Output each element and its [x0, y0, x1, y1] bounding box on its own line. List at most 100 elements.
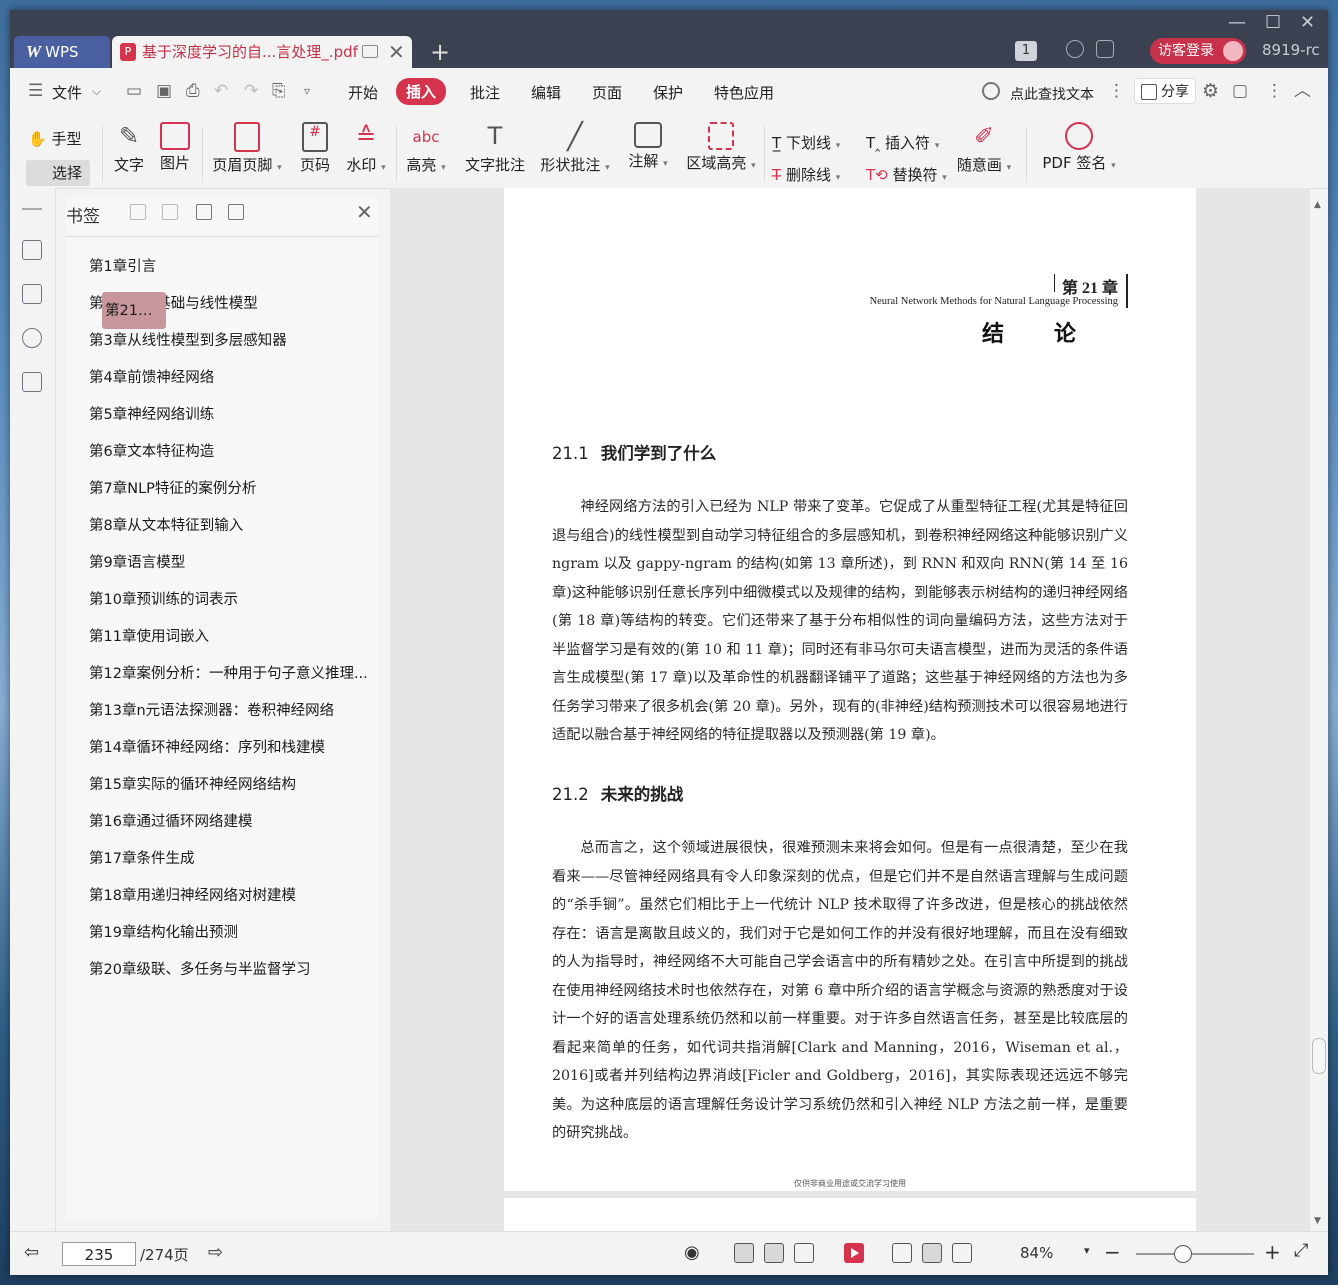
- continuous-view-icon[interactable]: [734, 1243, 754, 1263]
- signature-panel-icon[interactable]: [22, 372, 42, 392]
- hamburger-menu-icon[interactable]: ☰: [28, 82, 46, 100]
- thumbnail-image-icon[interactable]: [22, 284, 42, 304]
- zoom-level[interactable]: 84%: [1020, 1244, 1053, 1262]
- document-viewport[interactable]: 第 21 章 Neural Network Methods for Natura…: [390, 188, 1310, 1231]
- tab-page[interactable]: 页面: [592, 82, 622, 103]
- strikethrough-button[interactable]: T̶ 删除线 ▾: [772, 164, 840, 185]
- insert-mark-button[interactable]: T‸ 插入符 ▾: [866, 132, 939, 153]
- minimize-icon[interactable]: —: [1228, 12, 1246, 33]
- bookmark-item[interactable]: 第12章案例分析：一种用于句子意义推理...: [86, 655, 376, 692]
- vertical-scrollbar[interactable]: ▲ ▼: [1312, 200, 1328, 1230]
- zoom-slider-track[interactable]: [1136, 1253, 1254, 1255]
- collapse-all-icon[interactable]: [162, 204, 178, 220]
- window-count-badge[interactable]: 1: [1015, 41, 1037, 61]
- dropdown-caret-icon[interactable]: ▾: [1007, 163, 1012, 173]
- highlight-button[interactable]: abc 高亮 ▾: [406, 122, 446, 175]
- bookmark-item[interactable]: 第13章n元语法探测器：卷积神经网络: [86, 692, 376, 729]
- bookmark-item[interactable]: 第6章文本特征构造: [86, 433, 376, 470]
- actual-size-icon[interactable]: [892, 1243, 912, 1263]
- previous-page-icon[interactable]: ⇦: [24, 1242, 39, 1263]
- save-icon[interactable]: ▣: [156, 82, 174, 100]
- note-button[interactable]: 注解 ▾: [628, 122, 668, 171]
- bookmark-item[interactable]: 第7章NLP特征的案例分析: [86, 470, 376, 507]
- undo-icon[interactable]: ↶: [214, 82, 232, 100]
- insert-text-button[interactable]: ✎ 文字: [112, 122, 146, 175]
- watermark-button[interactable]: ≙ 水印 ▾: [346, 122, 386, 175]
- new-tab-icon[interactable]: +: [430, 36, 450, 68]
- page-number-input[interactable]: 235: [62, 1242, 136, 1266]
- fit-width-icon[interactable]: [952, 1243, 972, 1263]
- scroll-up-icon[interactable]: ▲: [1314, 200, 1321, 210]
- open-folder-icon[interactable]: ▭: [126, 82, 144, 100]
- document-tab[interactable]: P 基于深度学习的自...言处理_.pdf ✕: [112, 36, 412, 68]
- zoom-dropdown-icon[interactable]: ▾: [1084, 1244, 1090, 1257]
- fullscreen-icon[interactable]: ⤢: [1294, 1240, 1308, 1261]
- select-tool-button[interactable]: 选择: [26, 160, 90, 186]
- expand-all-icon[interactable]: [130, 204, 146, 220]
- bookmark-item[interactable]: 第20章级联、多任务与半监督学习: [86, 951, 376, 988]
- shirt-skin-icon[interactable]: [1096, 40, 1114, 58]
- monitor-icon[interactable]: [362, 45, 378, 58]
- close-panel-icon[interactable]: ✕: [356, 200, 373, 224]
- dropdown-caret-icon[interactable]: ▾: [836, 141, 841, 151]
- dropdown-caret-icon[interactable]: ▾: [751, 161, 756, 171]
- zoom-out-icon[interactable]: −: [1104, 1240, 1121, 1264]
- more-dropdown-icon[interactable]: ▿: [304, 82, 322, 100]
- share-button[interactable]: 分享: [1134, 78, 1196, 104]
- chevron-down-icon[interactable]: ⌵: [92, 82, 110, 100]
- header-footer-button[interactable]: 页眉页脚 ▾: [210, 122, 284, 175]
- redo-icon[interactable]: ↷: [244, 82, 262, 100]
- guest-login-button[interactable]: 访客登录: [1150, 38, 1246, 64]
- hand-tool-button[interactable]: ✋ 手型: [28, 128, 81, 149]
- comment-icon[interactable]: ▢: [1232, 82, 1250, 100]
- two-page-icon[interactable]: [794, 1243, 814, 1263]
- tab-insert[interactable]: 插入: [396, 78, 447, 105]
- bookmark-item[interactable]: 第16章通过循环网络建模: [86, 803, 376, 840]
- play-slideshow-icon[interactable]: [844, 1243, 864, 1263]
- bookmark-item[interactable]: 第5章神经网络训练: [86, 396, 376, 433]
- find-text-field[interactable]: 点此查找文本: [1010, 84, 1094, 104]
- export-icon[interactable]: ⎘: [272, 82, 290, 100]
- bookmark-item[interactable]: 第21章结论: [102, 292, 166, 329]
- freehand-button[interactable]: ✐ 随意画 ▾: [956, 122, 1012, 175]
- search-icon[interactable]: [982, 82, 1000, 100]
- shape-annotation-button[interactable]: ╱ 形状批注 ▾: [540, 122, 610, 175]
- tab-edit[interactable]: 编辑: [531, 82, 561, 103]
- insert-image-button[interactable]: 图片: [158, 122, 192, 173]
- bookmark-item[interactable]: 第17章条件生成: [86, 840, 376, 877]
- dropdown-caret-icon[interactable]: ▾: [277, 163, 282, 173]
- dropdown-caret-icon[interactable]: ▾: [605, 163, 610, 173]
- text-annotation-button[interactable]: T 文字批注: [464, 122, 526, 175]
- bookmark-item[interactable]: 第19章结构化输出预测: [86, 914, 376, 951]
- tab-start[interactable]: 开始: [348, 82, 378, 103]
- eye-protection-icon[interactable]: ◉: [684, 1242, 700, 1263]
- zoom-slider-handle[interactable]: [1174, 1245, 1192, 1263]
- bookmark-item[interactable]: 第1章引言: [86, 248, 376, 285]
- bookmark-options-icon[interactable]: [228, 204, 244, 220]
- more-vertical-icon[interactable]: ⋮: [1266, 82, 1284, 100]
- zoom-in-icon[interactable]: +: [1264, 1240, 1281, 1264]
- print-icon[interactable]: ⎙: [186, 82, 204, 100]
- dropdown-caret-icon[interactable]: ▾: [441, 163, 446, 173]
- tab-protect[interactable]: 保护: [653, 82, 683, 103]
- bookmark-item[interactable]: 第11章使用词嵌入: [86, 618, 376, 655]
- bookmark-item[interactable]: 第15章实际的循环神经网络结构: [86, 766, 376, 803]
- annotation-panel-icon[interactable]: [22, 328, 42, 348]
- page-number-button[interactable]: # 页码: [298, 122, 332, 175]
- close-window-icon[interactable]: ✕: [1300, 12, 1315, 33]
- bookmark-item[interactable]: 第9章语言模型: [86, 544, 376, 581]
- fit-page-icon[interactable]: [922, 1243, 942, 1263]
- scroll-down-icon[interactable]: ▼: [1314, 1216, 1321, 1226]
- dropdown-caret-icon[interactable]: ▾: [935, 141, 940, 151]
- tab-annotate[interactable]: 批注: [470, 82, 500, 103]
- single-page-icon[interactable]: [764, 1243, 784, 1263]
- bookmark-item[interactable]: 第18章用递归神经网络对树建模: [86, 877, 376, 914]
- drag-handle[interactable]: [22, 208, 42, 210]
- bookmark-list-icon[interactable]: [22, 240, 42, 260]
- dropdown-caret-icon[interactable]: ▾: [381, 163, 386, 173]
- bookmark-item[interactable]: 第8章从文本特征到输入: [86, 507, 376, 544]
- dropdown-caret-icon[interactable]: ▾: [663, 159, 668, 169]
- more-options-icon[interactable]: ⋮: [1108, 82, 1126, 100]
- dropdown-caret-icon[interactable]: ▾: [942, 173, 947, 183]
- maximize-icon[interactable]: ☐: [1265, 12, 1281, 33]
